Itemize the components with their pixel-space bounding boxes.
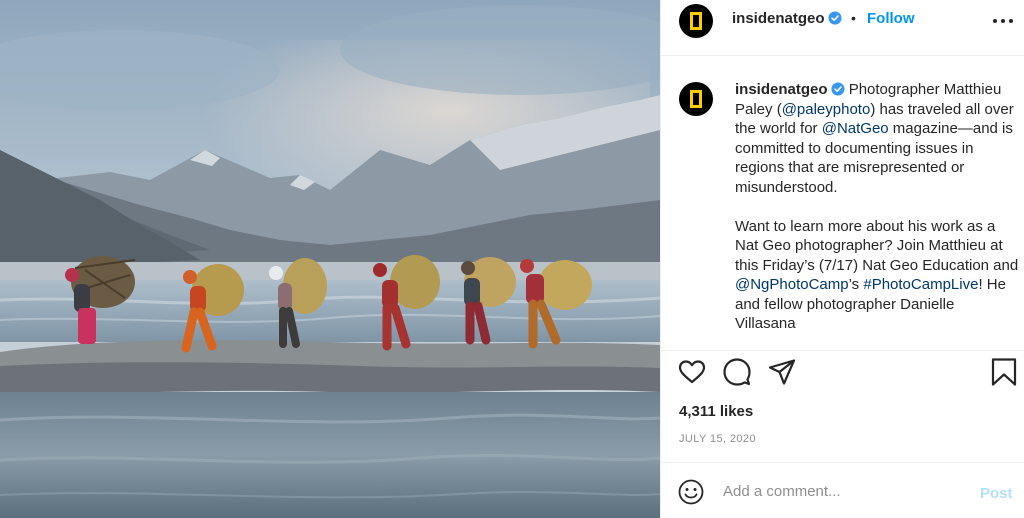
caption-text-segment: ’s <box>848 276 864 293</box>
more-horizontal-icon[interactable] <box>991 10 1015 30</box>
likes-count[interactable]: 4,311 likes <box>679 403 753 420</box>
add-comment-bar: Add a comment... Post <box>661 462 1024 518</box>
verified-badge-icon <box>827 11 842 25</box>
national-geographic-logo-icon[interactable] <box>679 82 713 116</box>
post-photo[interactable] <box>0 0 660 518</box>
post-date[interactable]: JULY 15, 2020 <box>679 433 756 445</box>
post-actions: 4,311 likes JULY 15, 2020 <box>661 350 1024 462</box>
smiley-icon[interactable] <box>678 479 704 505</box>
mention-link-ngphotocamp[interactable]: @NgPhotoCamp <box>735 276 849 293</box>
caption-text: insidenatgeo Photographer Matthieu Paley… <box>735 80 1019 334</box>
follow-button[interactable]: Follow <box>867 10 915 27</box>
logo-yellow-frame <box>690 12 702 30</box>
caption-paragraph-1: insidenatgeo Photographer Matthieu Paley… <box>735 80 1019 197</box>
photo-porters-river-mountains <box>0 0 660 518</box>
national-geographic-logo-icon[interactable] <box>679 4 713 38</box>
mention-link-paleyphoto[interactable]: @paleyphoto <box>782 101 871 118</box>
logo-yellow-frame <box>690 90 702 108</box>
hashtag-link-photocamplive[interactable]: #PhotoCampLive <box>863 276 978 293</box>
caption-paragraph-2: Want to learn more about his work as a N… <box>735 217 1019 334</box>
separator-dot: • <box>851 10 856 26</box>
username-text[interactable]: insidenatgeo <box>732 10 825 27</box>
send-icon[interactable] <box>767 357 797 387</box>
mention-link-natgeo[interactable]: @NatGeo <box>822 120 889 137</box>
post-side-panel: insidenatgeo • Follow insidenatgeo Photo… <box>660 0 1024 518</box>
post-header: insidenatgeo • Follow <box>661 0 1024 56</box>
post-author-username[interactable]: insidenatgeo <box>732 10 842 27</box>
verified-badge-icon <box>830 82 845 96</box>
comment-icon[interactable] <box>722 357 752 387</box>
caption-text-segment: Want to learn more about his work as a N… <box>735 217 1019 274</box>
caption-username[interactable]: insidenatgeo <box>735 81 828 98</box>
caption-scroll-area[interactable]: insidenatgeo Photographer Matthieu Paley… <box>661 56 1024 350</box>
post-comment-button[interactable]: Post <box>980 485 1013 502</box>
heart-icon[interactable] <box>677 357 707 387</box>
comment-input[interactable]: Add a comment... <box>723 483 963 503</box>
bookmark-icon[interactable] <box>989 357 1019 387</box>
